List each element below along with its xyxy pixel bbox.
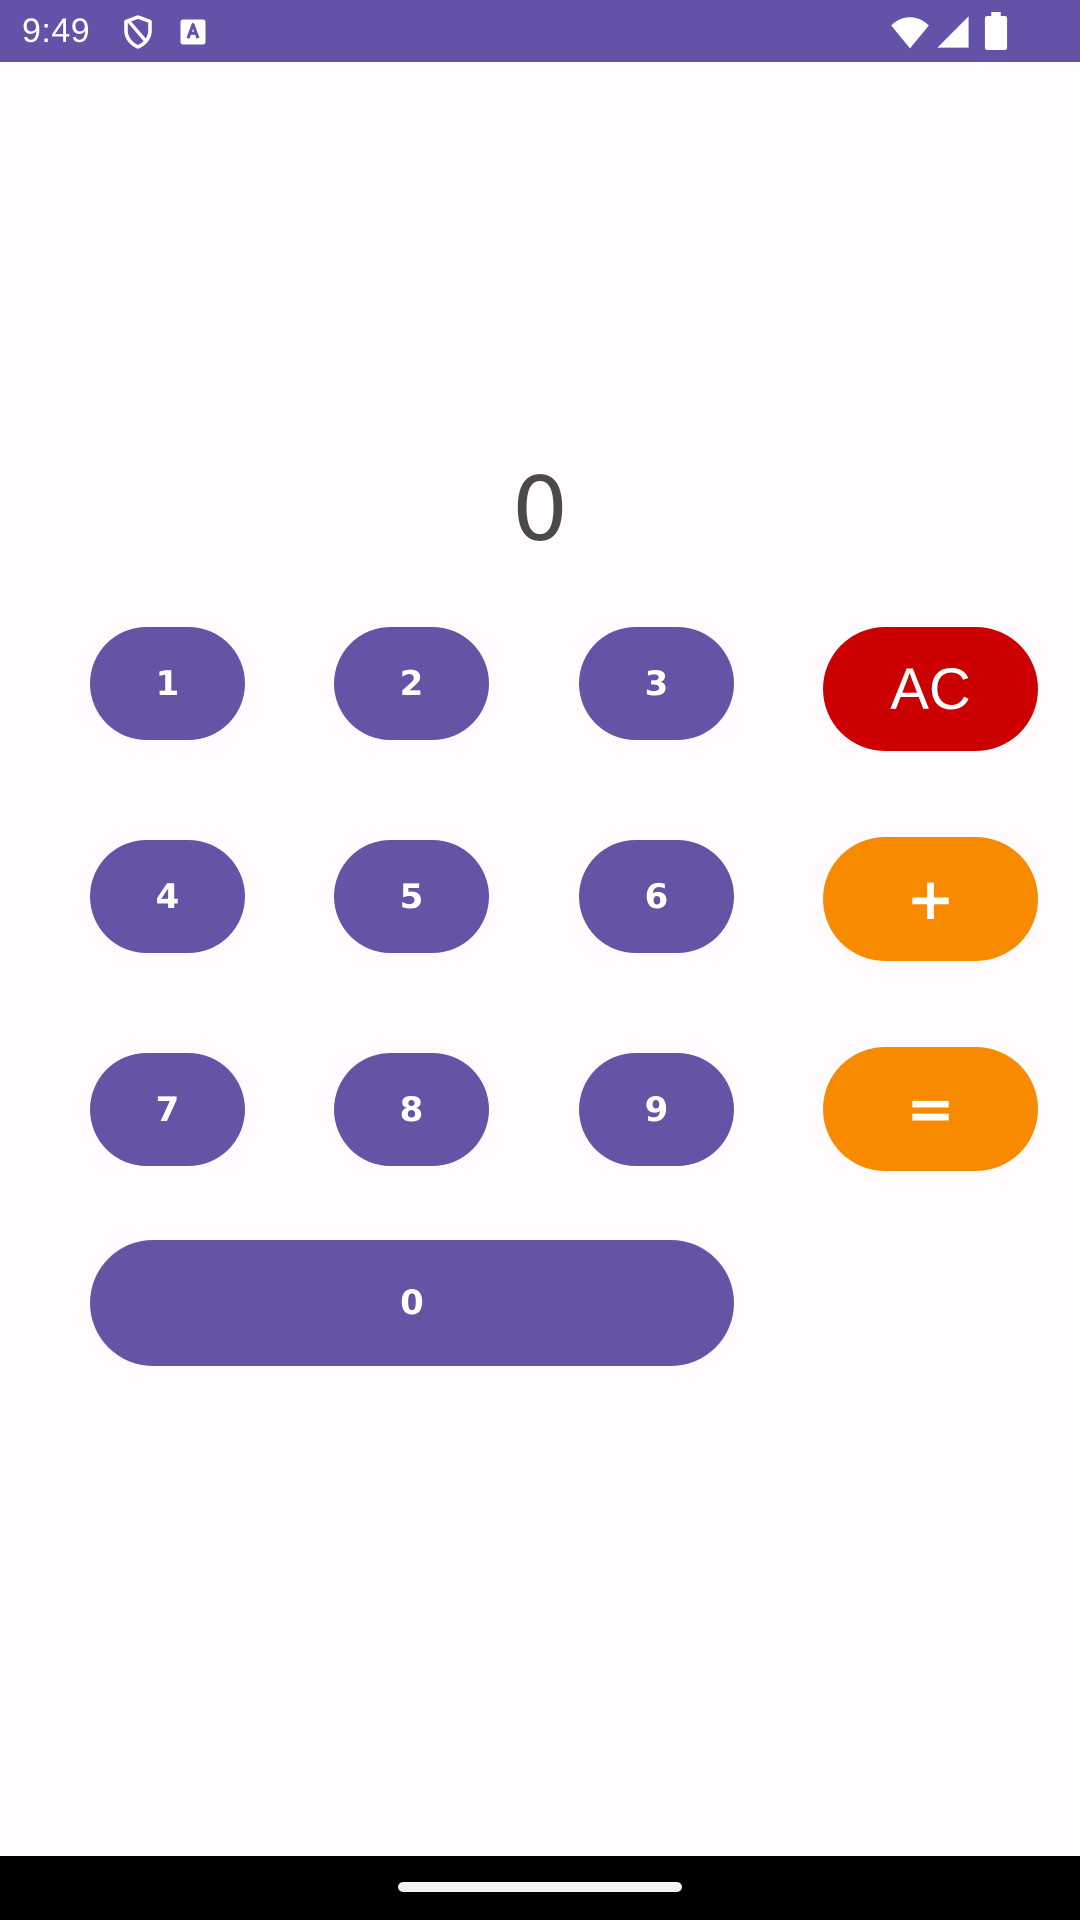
key-3[interactable]: 3 (579, 627, 734, 740)
equals-button[interactable]: = (823, 1047, 1038, 1171)
key-0[interactable]: 0 (90, 1240, 734, 1366)
text-recognition-icon (178, 17, 208, 47)
key-7[interactable]: 7 (90, 1053, 245, 1166)
navigation-bar (0, 1856, 1080, 1920)
result-display: 0 (512, 458, 568, 561)
home-gesture-handle[interactable] (398, 1882, 682, 1892)
battery-icon (984, 12, 1008, 50)
status-bar: 9:49 (0, 0, 1080, 62)
key-8[interactable]: 8 (334, 1053, 489, 1166)
calculator-screen: 9:49 0 1 2 3 AC 4 5 6 + 7 8 9 = 0 (0, 0, 1080, 1920)
status-time: 9:49 (22, 12, 91, 50)
key-1[interactable]: 1 (90, 627, 245, 740)
key-4[interactable]: 4 (90, 840, 245, 953)
key-5[interactable]: 5 (334, 840, 489, 953)
key-2[interactable]: 2 (334, 627, 489, 740)
wifi-icon (890, 14, 930, 50)
key-9[interactable]: 9 (579, 1053, 734, 1166)
shield-icon (120, 14, 156, 50)
plus-button[interactable]: + (823, 837, 1038, 961)
signal-icon (936, 15, 970, 49)
clear-button[interactable]: AC (823, 627, 1038, 751)
key-6[interactable]: 6 (579, 840, 734, 953)
